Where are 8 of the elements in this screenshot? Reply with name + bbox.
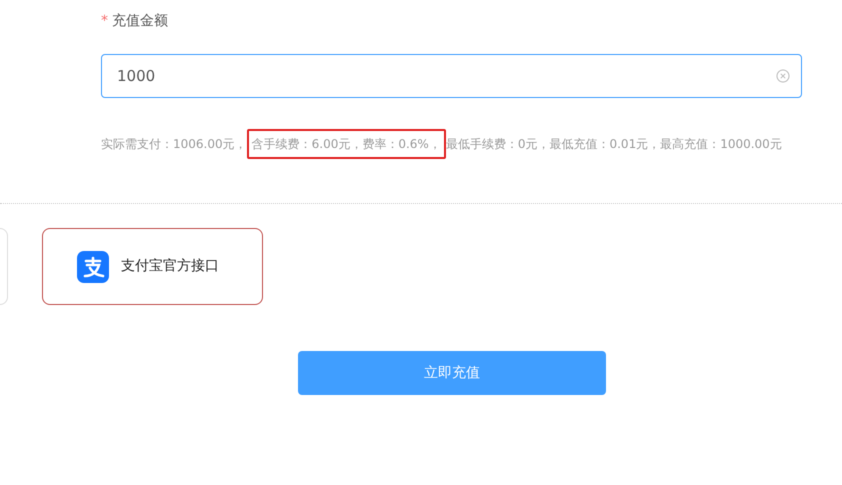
required-mark: * [101, 13, 108, 29]
payment-logo-icon [77, 250, 109, 282]
hint-text: 实际需支付：1006.00元， 含手续费：6.00元，费率：0.6%， 最低手续费：0元，最低充值：0.01元，最高充值：1000.00元 [101, 122, 789, 167]
clear-icon[interactable] [776, 69, 790, 83]
payment-option-card[interactable]: 支付宝官方接口 [42, 228, 263, 305]
field-label: 充值金额 [112, 13, 168, 29]
amount-field[interactable]: 1000 [101, 54, 802, 98]
payment-option-label: 支付宝官方接口 [121, 257, 219, 276]
